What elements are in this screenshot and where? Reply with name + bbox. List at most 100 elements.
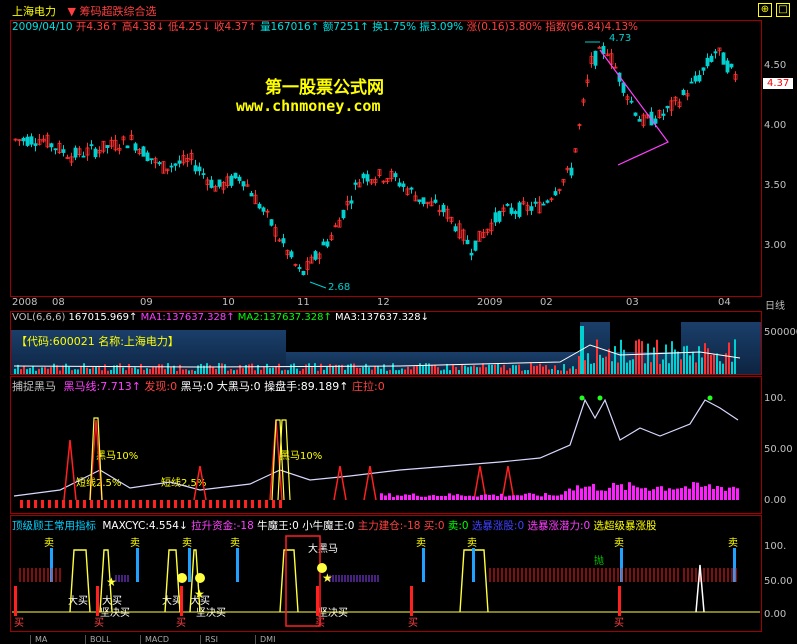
dh-red-tick bbox=[41, 500, 44, 508]
volume-bar bbox=[164, 369, 166, 374]
volume-bar bbox=[623, 349, 625, 374]
dh-magenta-bar bbox=[616, 484, 619, 500]
candle-body bbox=[89, 144, 94, 147]
volume-bar bbox=[614, 346, 616, 374]
dh-red-tick bbox=[153, 500, 156, 508]
dh-red-tick bbox=[34, 500, 37, 508]
dh-red-tick bbox=[146, 500, 149, 508]
star-icon: ★ bbox=[194, 587, 205, 601]
volume-bar bbox=[350, 363, 352, 374]
volume-bar bbox=[467, 367, 469, 374]
volume-bar bbox=[236, 369, 238, 374]
volume-bar bbox=[605, 356, 607, 374]
volume-bar bbox=[524, 370, 526, 374]
candle-body bbox=[157, 162, 162, 165]
volume-bar bbox=[659, 363, 661, 374]
volume-bar bbox=[560, 370, 562, 374]
candle-body bbox=[397, 182, 402, 187]
candle-body bbox=[297, 267, 302, 270]
dh-magenta-bar bbox=[592, 483, 595, 500]
dh-magenta-bar bbox=[472, 496, 475, 500]
star-icon: ★ bbox=[322, 571, 333, 585]
dh-magenta-bar bbox=[524, 493, 527, 500]
volume-bar bbox=[152, 367, 154, 374]
candle-body bbox=[173, 163, 178, 166]
volume-bar bbox=[89, 369, 91, 374]
volume-bar bbox=[575, 368, 577, 374]
dh-spike bbox=[193, 465, 207, 501]
dh-magenta-bar bbox=[692, 482, 695, 500]
volume-bar bbox=[683, 346, 685, 374]
dh-red-tick bbox=[132, 500, 135, 508]
dh-red-tick bbox=[244, 500, 247, 508]
dh-magenta-bar bbox=[392, 496, 395, 500]
volume-bar bbox=[119, 363, 121, 374]
candle-body bbox=[105, 145, 110, 148]
volume-bar bbox=[566, 370, 568, 374]
volume-bar bbox=[518, 364, 520, 374]
volume-bar bbox=[662, 359, 664, 374]
volume-bar bbox=[134, 367, 136, 374]
volume-bar bbox=[92, 367, 94, 374]
volume-bar bbox=[545, 365, 547, 374]
volume-bar bbox=[485, 367, 487, 374]
volume-bar bbox=[668, 363, 670, 374]
dh-magenta-bar bbox=[552, 495, 555, 500]
candle-body bbox=[33, 143, 38, 146]
dh-magenta-bar bbox=[580, 488, 583, 500]
volume-bar bbox=[653, 347, 655, 374]
volume-bar bbox=[437, 367, 439, 374]
volume-bar bbox=[530, 363, 532, 374]
dh-magenta-bar bbox=[488, 494, 491, 500]
volume-bar bbox=[509, 368, 511, 374]
dh-magenta-bar bbox=[448, 493, 451, 500]
candle-body bbox=[25, 136, 30, 146]
dh-magenta-bar bbox=[568, 488, 571, 500]
volume-bar bbox=[230, 369, 232, 374]
dh-magenta-bar bbox=[728, 487, 731, 500]
candle-body bbox=[313, 251, 318, 260]
dh-magenta-bar bbox=[468, 495, 471, 500]
volume-bar bbox=[23, 365, 25, 374]
volume-bar bbox=[44, 367, 46, 374]
candle-body bbox=[533, 201, 538, 204]
top-buy-bar bbox=[96, 586, 99, 616]
volume-bar bbox=[638, 339, 640, 374]
volume-bar bbox=[596, 339, 598, 374]
volume-bar bbox=[41, 367, 43, 374]
volume-bar bbox=[185, 369, 187, 374]
top-buy-bar bbox=[410, 586, 413, 616]
volume-bar bbox=[311, 367, 313, 374]
volume-bar bbox=[122, 367, 124, 374]
volume-bar bbox=[695, 362, 697, 374]
volume-bar bbox=[686, 345, 688, 374]
volume-bar bbox=[563, 364, 565, 374]
volume-bar bbox=[572, 366, 574, 374]
volume-bar bbox=[413, 366, 415, 374]
volume-bar bbox=[110, 369, 112, 374]
dh-red-tick bbox=[83, 500, 86, 508]
volume-bar bbox=[389, 369, 391, 374]
volume-bar bbox=[458, 369, 460, 374]
dh-red-tick bbox=[202, 500, 205, 508]
dh-magenta-bar bbox=[548, 495, 551, 500]
dh-magenta-bar bbox=[400, 495, 403, 500]
volume-bar bbox=[314, 363, 316, 374]
volume-bar bbox=[62, 365, 64, 374]
dh-magenta-bar bbox=[716, 486, 719, 500]
dh-red-tick bbox=[223, 500, 226, 508]
volume-bar bbox=[104, 364, 106, 374]
volume-bar bbox=[32, 366, 34, 374]
dh-magenta-bar bbox=[704, 486, 707, 500]
candle-body bbox=[509, 207, 514, 214]
volume-bar bbox=[665, 344, 667, 374]
volume-bar bbox=[149, 368, 151, 374]
candle-body bbox=[629, 100, 634, 103]
candle-body bbox=[637, 119, 642, 122]
volume-bar bbox=[635, 340, 637, 374]
candle-body bbox=[725, 60, 730, 73]
dh-magenta-bar bbox=[480, 495, 483, 500]
volume-bar bbox=[155, 366, 157, 374]
candle-body bbox=[621, 82, 626, 93]
candle-body bbox=[401, 183, 406, 187]
